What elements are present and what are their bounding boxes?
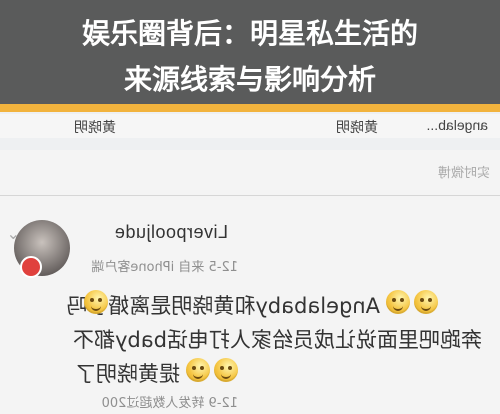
post-username[interactable]: Liverpooljude: [114, 222, 228, 243]
post-text-line-1: Angelababy和黄晓明是离婚了吗: [66, 294, 380, 318]
grinning-face-icon: [84, 290, 108, 314]
grinning-face-icon: [386, 290, 410, 314]
name-tag-angelababy[interactable]: angelab...: [427, 117, 489, 133]
section-label: 实时微博: [437, 166, 490, 181]
headline-line-1: 娱乐圈背后：明星私生活的: [81, 17, 418, 50]
post-text-line-2: 奔跑吧里面说让成员给家人打电话baby都不: [73, 328, 482, 352]
divider: [0, 195, 500, 196]
grinning-face-icon: [414, 290, 438, 314]
post-meta: 12-5 来自 iPhone客户端: [91, 260, 238, 275]
post-text-line-3: 提黄晓明了: [75, 362, 180, 386]
chevron-down-icon[interactable]: ⌄: [7, 224, 20, 243]
name-tag-huang-xiaoming-2[interactable]: 黄晓明: [74, 117, 116, 137]
red-badge-icon: [20, 256, 42, 278]
names-row: angelab... 黄晓明 黄晓明: [0, 114, 500, 138]
headline-line-2: 来源线索与影响分析: [123, 63, 376, 96]
grinning-face-icon: [186, 358, 210, 382]
name-tag-huang-xiaoming-1[interactable]: 黄晓明: [336, 117, 378, 137]
post-stats: 12-9 转发人数超过200: [101, 396, 238, 411]
grinning-face-icon: [214, 358, 238, 382]
headline-accent-bar: [0, 104, 500, 112]
screenshot-stage: angelab... 黄晓明 黄晓明 实时微博 Liverpooljude 12…: [0, 0, 500, 414]
headline-banner: 娱乐圈背后：明星私生活的 来源线索与影响分析: [0, 0, 500, 108]
